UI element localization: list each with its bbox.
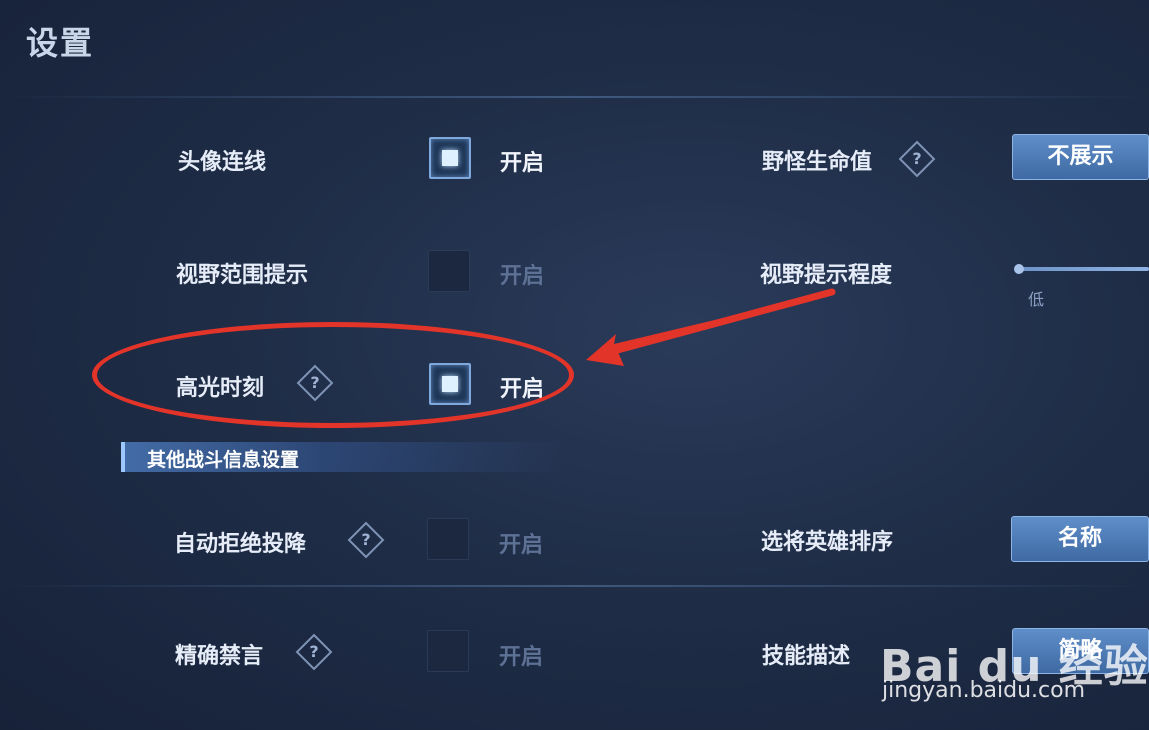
- watermark-url: jingyan.baidu.com: [882, 678, 1086, 703]
- annotation-arrow: [586, 288, 836, 366]
